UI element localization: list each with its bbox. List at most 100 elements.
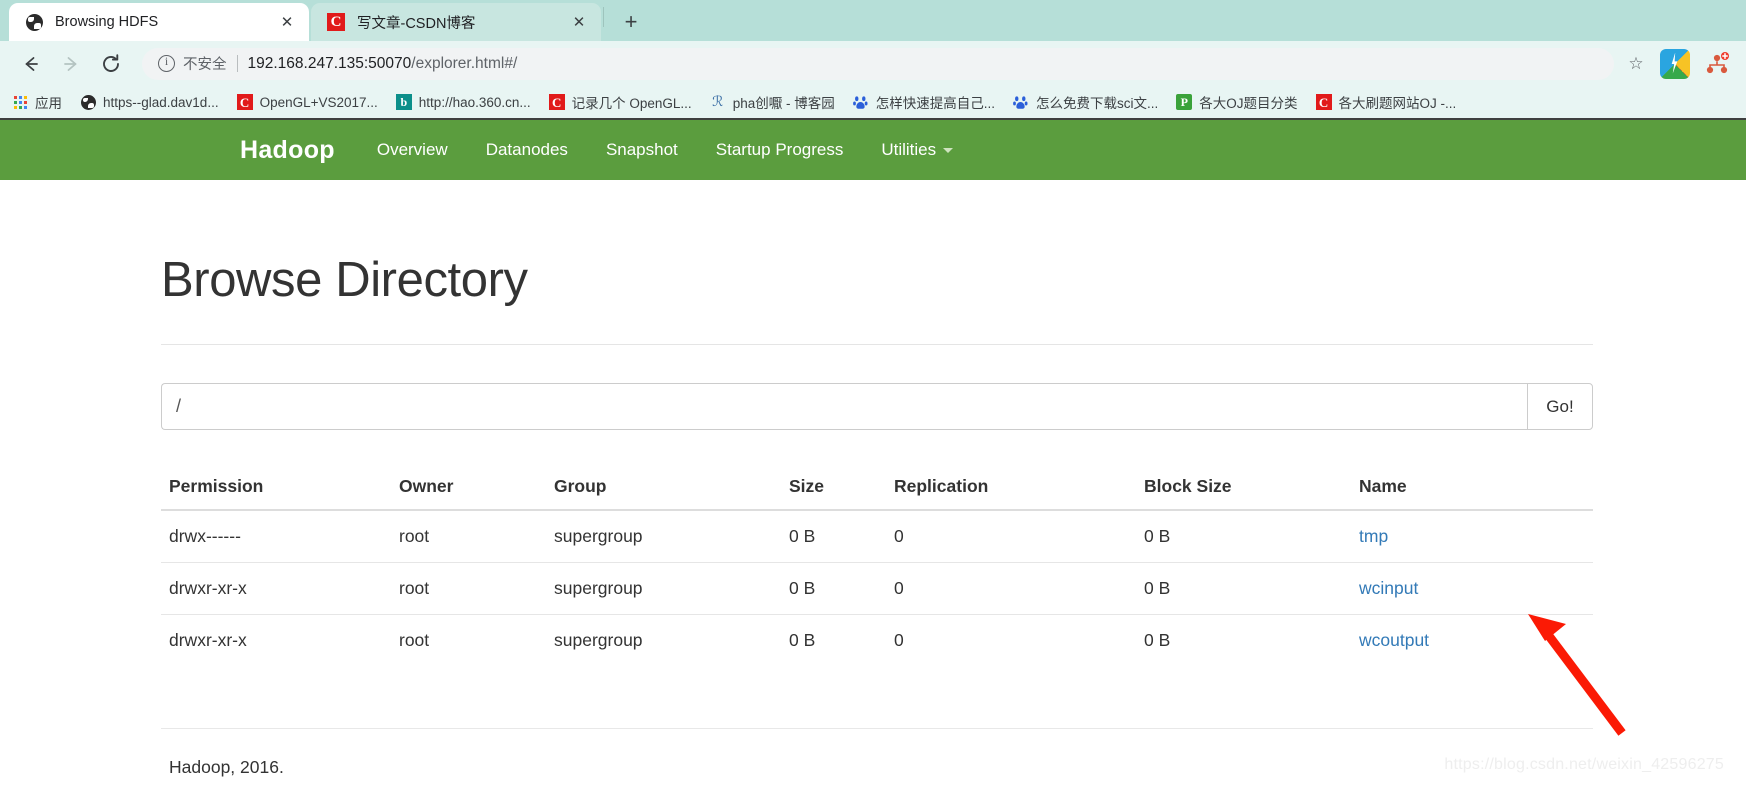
nav-overview[interactable]: Overview	[377, 140, 448, 160]
browser-chrome: Browsing HDFS ✕ C 写文章-CSDN博客 ✕ + i 不安全 1…	[0, 0, 1746, 118]
globe-icon	[80, 94, 96, 110]
bookmark-oj-categories[interactable]: P 各大OJ题目分类	[1176, 92, 1298, 112]
table-header-row: Permission Owner Group Size Replication …	[161, 466, 1593, 511]
tab-csdn-blog[interactable]: C 写文章-CSDN博客 ✕	[311, 3, 601, 41]
bookmark-apps[interactable]: 应用	[12, 92, 62, 112]
globe-icon	[25, 13, 43, 31]
col-size[interactable]: Size	[781, 466, 886, 511]
csdn-icon: C	[236, 94, 253, 110]
bing-icon: b	[395, 94, 412, 110]
nav-utilities[interactable]: Utilities	[881, 140, 953, 160]
table-row: drwxr-xr-x root supergroup 0 B 0 0 B wco…	[161, 614, 1593, 666]
bookmark-opengl-vs2017[interactable]: C OpenGL+VS2017...	[236, 94, 378, 110]
cell-owner: root	[399, 526, 430, 546]
csdn-icon: C	[1315, 94, 1332, 110]
footer-text: Hadoop, 2016.	[169, 757, 284, 777]
close-icon[interactable]: ✕	[569, 12, 589, 32]
url-path: /explorer.html#/	[411, 54, 518, 72]
directory-table: Permission Owner Group Size Replication …	[161, 466, 1593, 666]
sogou-input-icon[interactable]	[1660, 48, 1690, 79]
back-arrow-icon	[25, 56, 38, 71]
browser-toolbar: 不安全 192.168.247.135:50070/explorer.html#…	[0, 41, 1746, 86]
table-body: drwx------ root supergroup 0 B 0 0 B tmp…	[161, 510, 1593, 666]
bookmark-oj-sites[interactable]: C 各大刷题网站OJ -...	[1315, 92, 1457, 112]
forward-arrow-icon	[64, 56, 77, 71]
bookmark-cnblogs[interactable]: ℛ pha创嚈 - 博客园	[710, 92, 835, 112]
apps-grid-icon	[12, 94, 28, 110]
reload-icon	[103, 53, 119, 72]
bookmark-label: 各大刷题网站OJ -...	[1338, 96, 1457, 111]
watermark-text: https://blog.csdn.net/weixin_42596275	[1444, 756, 1724, 773]
table-row: drwx------ root supergroup 0 B 0 0 B tmp	[161, 510, 1593, 563]
cell-name: wcoutput	[1351, 614, 1593, 666]
address-bar[interactable]: 不安全 192.168.247.135:50070/explorer.html#…	[142, 47, 1614, 80]
bookmark-label: 应用	[35, 96, 62, 111]
directory-link-wcoutput[interactable]: wcoutput	[1359, 630, 1429, 650]
bookmark-download-sci[interactable]: 怎么免费下载sci文...	[1013, 92, 1158, 112]
bookmark-glad-dav1d[interactable]: https--glad.dav1d...	[80, 94, 219, 110]
tab-strip: Browsing HDFS ✕ C 写文章-CSDN博客 ✕ +	[0, 0, 1746, 41]
cell-owner: root	[391, 614, 546, 666]
table-head: Permission Owner Group Size Replication …	[161, 466, 1593, 511]
tab-title: Browsing HDFS	[55, 14, 159, 30]
cell-size: 0 B	[781, 562, 886, 615]
people-network-icon[interactable]	[1702, 49, 1732, 79]
baidu-icon	[853, 94, 869, 110]
bookmarks-bar: 应用 https--glad.dav1d... C OpenGL+VS2017.…	[0, 86, 1746, 118]
bookmark-star-icon[interactable]: ☆	[1622, 54, 1650, 74]
green-doc-icon: P	[1176, 94, 1193, 110]
cell-permission: drwxr-xr-x	[161, 614, 391, 666]
col-owner[interactable]: Owner	[391, 466, 546, 511]
table-row: drwxr-xr-x root supergroup 0 B 0 0 B wci…	[161, 562, 1593, 615]
col-name[interactable]: Name	[1351, 466, 1593, 511]
csdn-icon: C	[327, 13, 345, 31]
browser-window: Browsing HDFS ✕ C 写文章-CSDN博客 ✕ + i 不安全 1…	[0, 0, 1746, 790]
main-container: Browse Directory Go! Permission Owner Gr…	[153, 252, 1593, 778]
cell-block-size: 0 B	[1136, 562, 1351, 615]
tab-browsing-hdfs[interactable]: Browsing HDFS ✕	[9, 3, 309, 41]
tab-divider	[603, 6, 604, 27]
path-search-group: Go!	[161, 383, 1593, 430]
directory-link-wcinput[interactable]: wcinput	[1359, 578, 1418, 598]
col-replication[interactable]: Replication	[886, 466, 1136, 511]
cell-replication: 0	[894, 526, 904, 546]
brand-hadoop[interactable]: Hadoop	[240, 136, 335, 165]
bookmark-label: 怎么免费下载sci文...	[1035, 96, 1159, 111]
close-icon[interactable]: ✕	[277, 12, 297, 32]
col-permission[interactable]: Permission	[161, 466, 391, 511]
bookmark-hao360[interactable]: b http://hao.360.cn...	[395, 94, 531, 110]
cell-permission: drwxr-xr-x	[161, 562, 391, 615]
title-divider	[161, 344, 1593, 345]
directory-link-tmp[interactable]: tmp	[1359, 526, 1388, 546]
bookmark-label: 各大OJ题目分类	[1199, 96, 1298, 111]
path-input[interactable]	[161, 383, 1527, 430]
reload-button[interactable]	[94, 47, 128, 81]
bookmark-improve-self[interactable]: 怎样快速提高自己...	[853, 92, 995, 112]
forward-button[interactable]	[54, 47, 88, 81]
back-button[interactable]	[14, 47, 48, 81]
bookmark-label: 记录几个 OpenGL...	[571, 96, 692, 111]
nav-datanodes[interactable]: Datanodes	[486, 140, 568, 160]
go-button[interactable]: Go!	[1527, 383, 1593, 430]
url-host: 192.168.247.135:50070	[247, 54, 412, 72]
url-text: 192.168.247.135:50070/explorer.html#/	[248, 55, 518, 73]
cell-size: 0 B	[789, 526, 816, 546]
col-block-size[interactable]: Block Size	[1136, 466, 1351, 511]
bookmark-opengl-notes[interactable]: C 记录几个 OpenGL...	[548, 92, 692, 112]
bookmark-label: https--glad.dav1d...	[103, 94, 219, 110]
bookmark-label: OpenGL+VS2017...	[259, 94, 378, 110]
page-title: Browse Directory	[161, 253, 528, 307]
hadoop-navbar: Hadoop Overview Datanodes Snapshot Start…	[0, 118, 1746, 180]
bookmark-label: 怎样快速提高自己...	[875, 96, 995, 111]
cell-group: supergroup	[554, 526, 643, 546]
col-group[interactable]: Group	[546, 466, 781, 511]
nav-startup-progress[interactable]: Startup Progress	[716, 140, 844, 160]
info-circle-icon	[158, 54, 175, 72]
nav-snapshot[interactable]: Snapshot	[606, 140, 678, 160]
cell-block-size: 0 B	[1144, 526, 1171, 546]
new-tab-button[interactable]: +	[616, 7, 646, 37]
cell-permission: drwx------	[169, 526, 241, 546]
cell-replication: 0	[886, 562, 1136, 615]
cell-owner: root	[391, 562, 546, 615]
bookmark-label: http://hao.360.cn...	[418, 94, 531, 110]
